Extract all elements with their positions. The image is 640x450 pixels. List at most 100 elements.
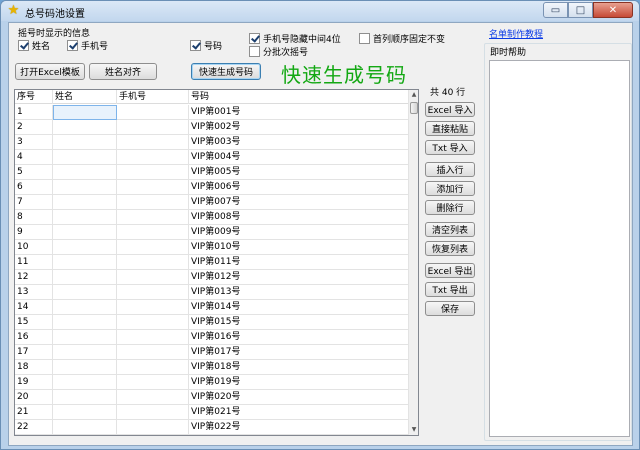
table-row[interactable]: 11 VIP第011号 [15, 255, 412, 270]
cell-name[interactable] [53, 120, 117, 135]
show-number-checkbox[interactable]: 号码 [190, 39, 222, 52]
cell-index[interactable]: 8 [15, 210, 53, 225]
cell-index[interactable]: 5 [15, 165, 53, 180]
delete-row-button[interactable]: 删除行 [425, 200, 475, 215]
vertical-scrollbar[interactable]: ▲ ▼ [408, 90, 418, 435]
table-row[interactable]: 12 VIP第012号 [15, 270, 412, 285]
cell-name[interactable] [53, 390, 117, 405]
cell-number[interactable]: VIP第016号 [189, 330, 412, 345]
column-header-name[interactable]: 姓名 [53, 90, 117, 104]
cell-number[interactable]: VIP第020号 [189, 390, 412, 405]
table-row[interactable]: 7 VIP第007号 [15, 195, 412, 210]
cell-number[interactable]: VIP第003号 [189, 135, 412, 150]
cell-number[interactable]: VIP第004号 [189, 150, 412, 165]
show-name-checkbox[interactable]: 姓名 [18, 39, 50, 52]
cell-index[interactable]: 16 [15, 330, 53, 345]
cell-phone[interactable] [117, 105, 189, 120]
clear-list-button[interactable]: 清空列表 [425, 222, 475, 237]
cell-name[interactable] [53, 135, 117, 150]
align-names-button[interactable]: 姓名对齐 [89, 63, 157, 80]
cell-name[interactable] [53, 195, 117, 210]
maximize-button[interactable]: □ [568, 2, 593, 18]
cell-index[interactable]: 13 [15, 285, 53, 300]
cell-index[interactable]: 4 [15, 150, 53, 165]
table-row[interactable]: 4 VIP第004号 [15, 150, 412, 165]
cell-index[interactable]: 11 [15, 255, 53, 270]
scroll-up-icon[interactable]: ▲ [409, 90, 418, 100]
cell-phone[interactable] [117, 300, 189, 315]
cell-name[interactable] [53, 210, 117, 225]
cell-phone[interactable] [117, 360, 189, 375]
table-row[interactable]: 3 VIP第003号 [15, 135, 412, 150]
hide-phone-middle-checkbox[interactable]: 手机号隐藏中间4位 [249, 32, 341, 45]
table-row[interactable]: 9 VIP第009号 [15, 225, 412, 240]
table-row[interactable]: 10 VIP第010号 [15, 240, 412, 255]
paste-button[interactable]: 直接粘贴 [425, 121, 475, 136]
cell-phone[interactable] [117, 210, 189, 225]
column-header-index[interactable]: 序号 [15, 90, 53, 104]
table-row[interactable]: 17 VIP第017号 [15, 345, 412, 360]
fix-first-column-checkbox[interactable]: 首列顺序固定不变 [359, 32, 445, 45]
checkbox-box[interactable] [249, 33, 260, 44]
cell-name[interactable] [53, 420, 117, 435]
cell-index[interactable]: 2 [15, 120, 53, 135]
cell-index[interactable]: 17 [15, 345, 53, 360]
column-header-phone[interactable]: 手机号 [117, 90, 189, 104]
cell-number[interactable]: VIP第013号 [189, 285, 412, 300]
cell-index[interactable]: 22 [15, 420, 53, 435]
table-row[interactable]: 1 VIP第001号 [15, 105, 412, 120]
cell-name[interactable] [53, 150, 117, 165]
cell-phone[interactable] [117, 330, 189, 345]
cell-number[interactable]: VIP第007号 [189, 195, 412, 210]
cell-phone[interactable] [117, 390, 189, 405]
instant-help-textbox[interactable] [489, 60, 630, 437]
table-row[interactable]: 16 VIP第016号 [15, 330, 412, 345]
cell-phone[interactable] [117, 255, 189, 270]
cell-index[interactable]: 12 [15, 270, 53, 285]
cell-phone[interactable] [117, 165, 189, 180]
quick-generate-button[interactable]: 快速生成号码 [191, 63, 261, 80]
cell-number[interactable]: VIP第011号 [189, 255, 412, 270]
table-row[interactable]: 19 VIP第019号 [15, 375, 412, 390]
cell-phone[interactable] [117, 120, 189, 135]
cell-index[interactable]: 1 [15, 105, 53, 120]
cell-number[interactable]: VIP第015号 [189, 315, 412, 330]
cell-number[interactable]: VIP第014号 [189, 300, 412, 315]
cell-index[interactable]: 10 [15, 240, 53, 255]
cell-name[interactable] [53, 285, 117, 300]
number-pool-table[interactable]: 序号 姓名 手机号 号码 1 VIP第001号 2 VIP第002号 3 VIP第003号… [14, 89, 419, 436]
cell-index[interactable]: 21 [15, 405, 53, 420]
open-excel-template-button[interactable]: 打开Excel模板 [15, 63, 85, 80]
cell-number[interactable]: VIP第002号 [189, 120, 412, 135]
cell-phone[interactable] [117, 180, 189, 195]
minimize-button[interactable]: ▭ [543, 2, 568, 18]
cell-index[interactable]: 3 [15, 135, 53, 150]
checkbox-box[interactable] [67, 40, 78, 51]
cell-index[interactable]: 18 [15, 360, 53, 375]
cell-name[interactable] [53, 270, 117, 285]
cell-name[interactable] [53, 330, 117, 345]
cell-index[interactable]: 9 [15, 225, 53, 240]
cell-number[interactable]: VIP第017号 [189, 345, 412, 360]
checkbox-box[interactable] [359, 33, 370, 44]
cell-name[interactable] [53, 360, 117, 375]
cell-phone[interactable] [117, 135, 189, 150]
cell-number[interactable]: VIP第019号 [189, 375, 412, 390]
table-row[interactable]: 2 VIP第002号 [15, 120, 412, 135]
table-row[interactable]: 20 VIP第020号 [15, 390, 412, 405]
cell-number[interactable]: VIP第018号 [189, 360, 412, 375]
table-row[interactable]: 5 VIP第005号 [15, 165, 412, 180]
table-row[interactable]: 8 VIP第008号 [15, 210, 412, 225]
cell-index[interactable]: 14 [15, 300, 53, 315]
table-row[interactable]: 18 VIP第018号 [15, 360, 412, 375]
cell-number[interactable]: VIP第010号 [189, 240, 412, 255]
cell-phone[interactable] [117, 225, 189, 240]
close-button[interactable]: ✕ [593, 2, 633, 18]
cell-phone[interactable] [117, 375, 189, 390]
table-row[interactable]: 21 VIP第021号 [15, 405, 412, 420]
restore-list-button[interactable]: 恢复列表 [425, 241, 475, 256]
table-row[interactable]: 14 VIP第014号 [15, 300, 412, 315]
checkbox-box[interactable] [18, 40, 29, 51]
cell-phone[interactable] [117, 315, 189, 330]
cell-index[interactable]: 20 [15, 390, 53, 405]
